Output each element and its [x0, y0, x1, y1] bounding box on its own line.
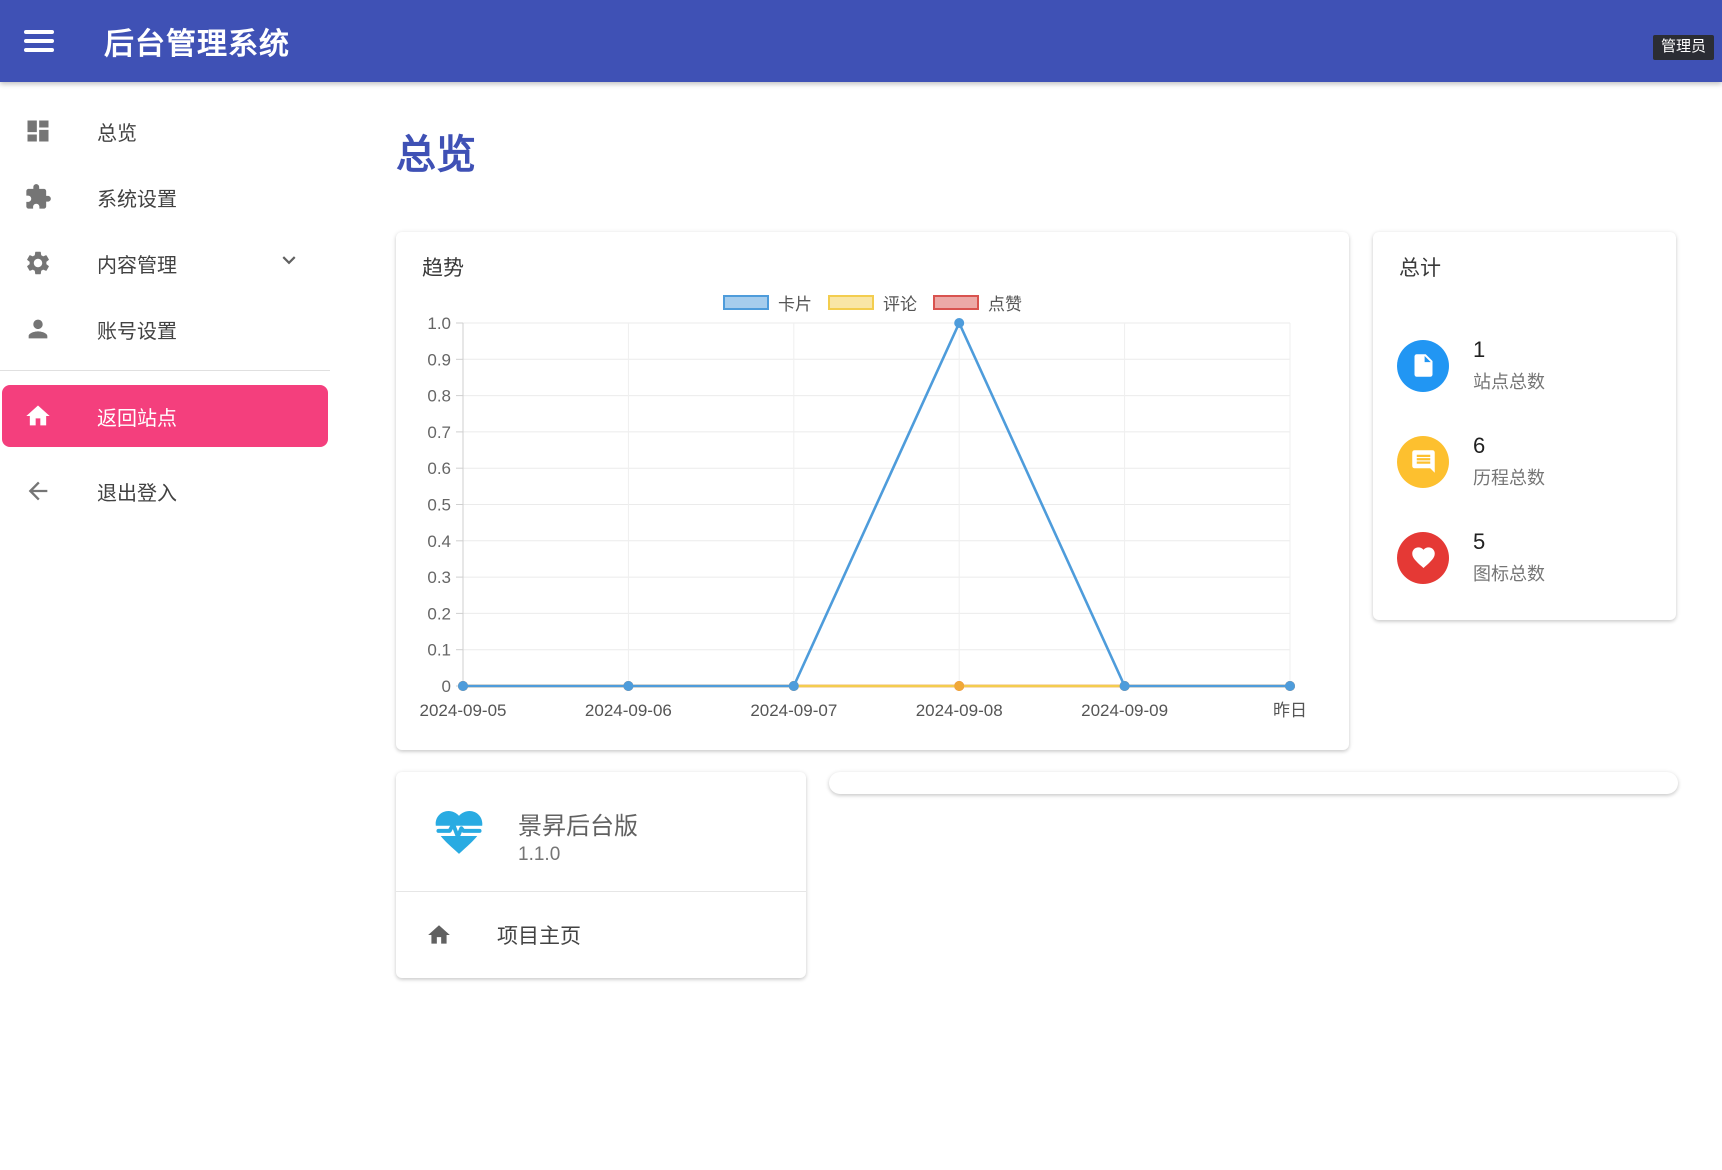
document-icon — [1397, 340, 1449, 392]
logout-button[interactable]: 退出登入 — [0, 461, 330, 521]
app-version: 1.1.0 — [518, 844, 638, 866]
svg-text:2024-09-09: 2024-09-09 — [1081, 701, 1168, 720]
svg-text:0: 0 — [442, 677, 451, 696]
heartbeat-icon — [428, 804, 490, 866]
total-label: 图标总数 — [1473, 560, 1545, 586]
back-to-site-button[interactable]: 返回站点 — [2, 385, 328, 447]
svg-text:0.2: 0.2 — [427, 604, 451, 623]
person-icon — [24, 315, 52, 343]
sidebar-item-account-settings[interactable]: 账号设置 — [0, 296, 330, 362]
heart-icon — [1397, 532, 1449, 584]
svg-text:2024-09-07: 2024-09-07 — [750, 701, 837, 720]
sidebar-item-label: 账号设置 — [97, 315, 177, 344]
total-item: 5 图标总数 — [1397, 529, 1545, 586]
comment-icon — [1397, 436, 1449, 488]
sidebar-divider — [0, 370, 330, 371]
total-item: 1 站点总数 — [1397, 337, 1545, 394]
trend-line-chart: 0 0.1 0.2 0.3 0.4 0.5 0.6 0.7 0.8 0.9 1.0 2024-09-0… — [406, 310, 1336, 738]
svg-text:0.6: 0.6 — [427, 459, 451, 478]
admin-badge: 管理员 — [1653, 35, 1714, 60]
sidebar-item-label: 系统设置 — [97, 183, 177, 212]
sidebar-item-label: 总览 — [97, 117, 137, 146]
legend-swatch-yellow — [828, 295, 874, 310]
svg-text:2024-09-08: 2024-09-08 — [916, 701, 1003, 720]
svg-text:昨日: 昨日 — [1273, 701, 1307, 720]
sidebar-item-content-management[interactable]: 内容管理 — [0, 230, 330, 296]
menu-icon[interactable] — [24, 25, 58, 57]
page-title: 总览 — [396, 122, 476, 180]
arrow-left-icon — [24, 477, 52, 505]
svg-text:0.3: 0.3 — [427, 568, 451, 587]
app-info-card: 景昇后台版 1.1.0 项目主页 — [396, 772, 806, 978]
dashboard-icon — [24, 117, 52, 145]
svg-text:2024-09-06: 2024-09-06 — [585, 701, 672, 720]
legend-swatch-red — [933, 295, 979, 310]
trend-card-title: 趋势 — [422, 252, 464, 282]
project-home-label: 项目主页 — [497, 920, 581, 950]
total-value: 5 — [1473, 529, 1545, 555]
svg-text:0.8: 0.8 — [427, 387, 451, 406]
empty-panel — [829, 772, 1678, 794]
svg-text:0.4: 0.4 — [427, 532, 451, 551]
sidebar-item-label: 内容管理 — [97, 249, 177, 278]
svg-text:2024-09-05: 2024-09-05 — [420, 701, 507, 720]
totals-card-title: 总计 — [1399, 252, 1441, 282]
total-value: 1 — [1473, 337, 1545, 363]
puzzle-icon — [24, 183, 52, 211]
chevron-down-icon[interactable] — [276, 247, 302, 279]
svg-text:0.5: 0.5 — [427, 496, 451, 515]
home-icon — [24, 402, 52, 430]
svg-text:0.1: 0.1 — [427, 641, 451, 660]
sidebar-item-overview[interactable]: 总览 — [0, 98, 330, 164]
gear-icon — [24, 249, 52, 277]
sidebar: 总览 系统设置 内容管理 账号设置 返回站点 退出登入 — [0, 82, 330, 521]
sidebar-item-system-settings[interactable]: 系统设置 — [0, 164, 330, 230]
svg-text:1.0: 1.0 — [427, 314, 451, 333]
total-label: 历程总数 — [1473, 464, 1545, 490]
total-item: 6 历程总数 — [1397, 433, 1545, 490]
trend-card: 趋势 卡片 评论 点赞 00.10.20.30.40.50.60.70.80.9… — [396, 232, 1349, 750]
home-icon — [426, 922, 452, 948]
back-to-site-label: 返回站点 — [97, 402, 177, 431]
top-bar: 后台管理系统 管理员 — [0, 0, 1722, 82]
total-value: 6 — [1473, 433, 1545, 459]
svg-text:0.7: 0.7 — [427, 423, 451, 442]
svg-text:0.9: 0.9 — [427, 350, 451, 369]
totals-card: 总计 1 站点总数 6 历程总数 5 图标总数 — [1373, 232, 1676, 620]
project-home-link[interactable]: 项目主页 — [396, 892, 806, 978]
total-label: 站点总数 — [1473, 368, 1545, 394]
legend-swatch-blue — [723, 295, 769, 310]
app-title: 后台管理系统 — [104, 19, 290, 63]
logout-label: 退出登入 — [97, 477, 177, 506]
app-name: 景昇后台版 — [518, 806, 638, 841]
